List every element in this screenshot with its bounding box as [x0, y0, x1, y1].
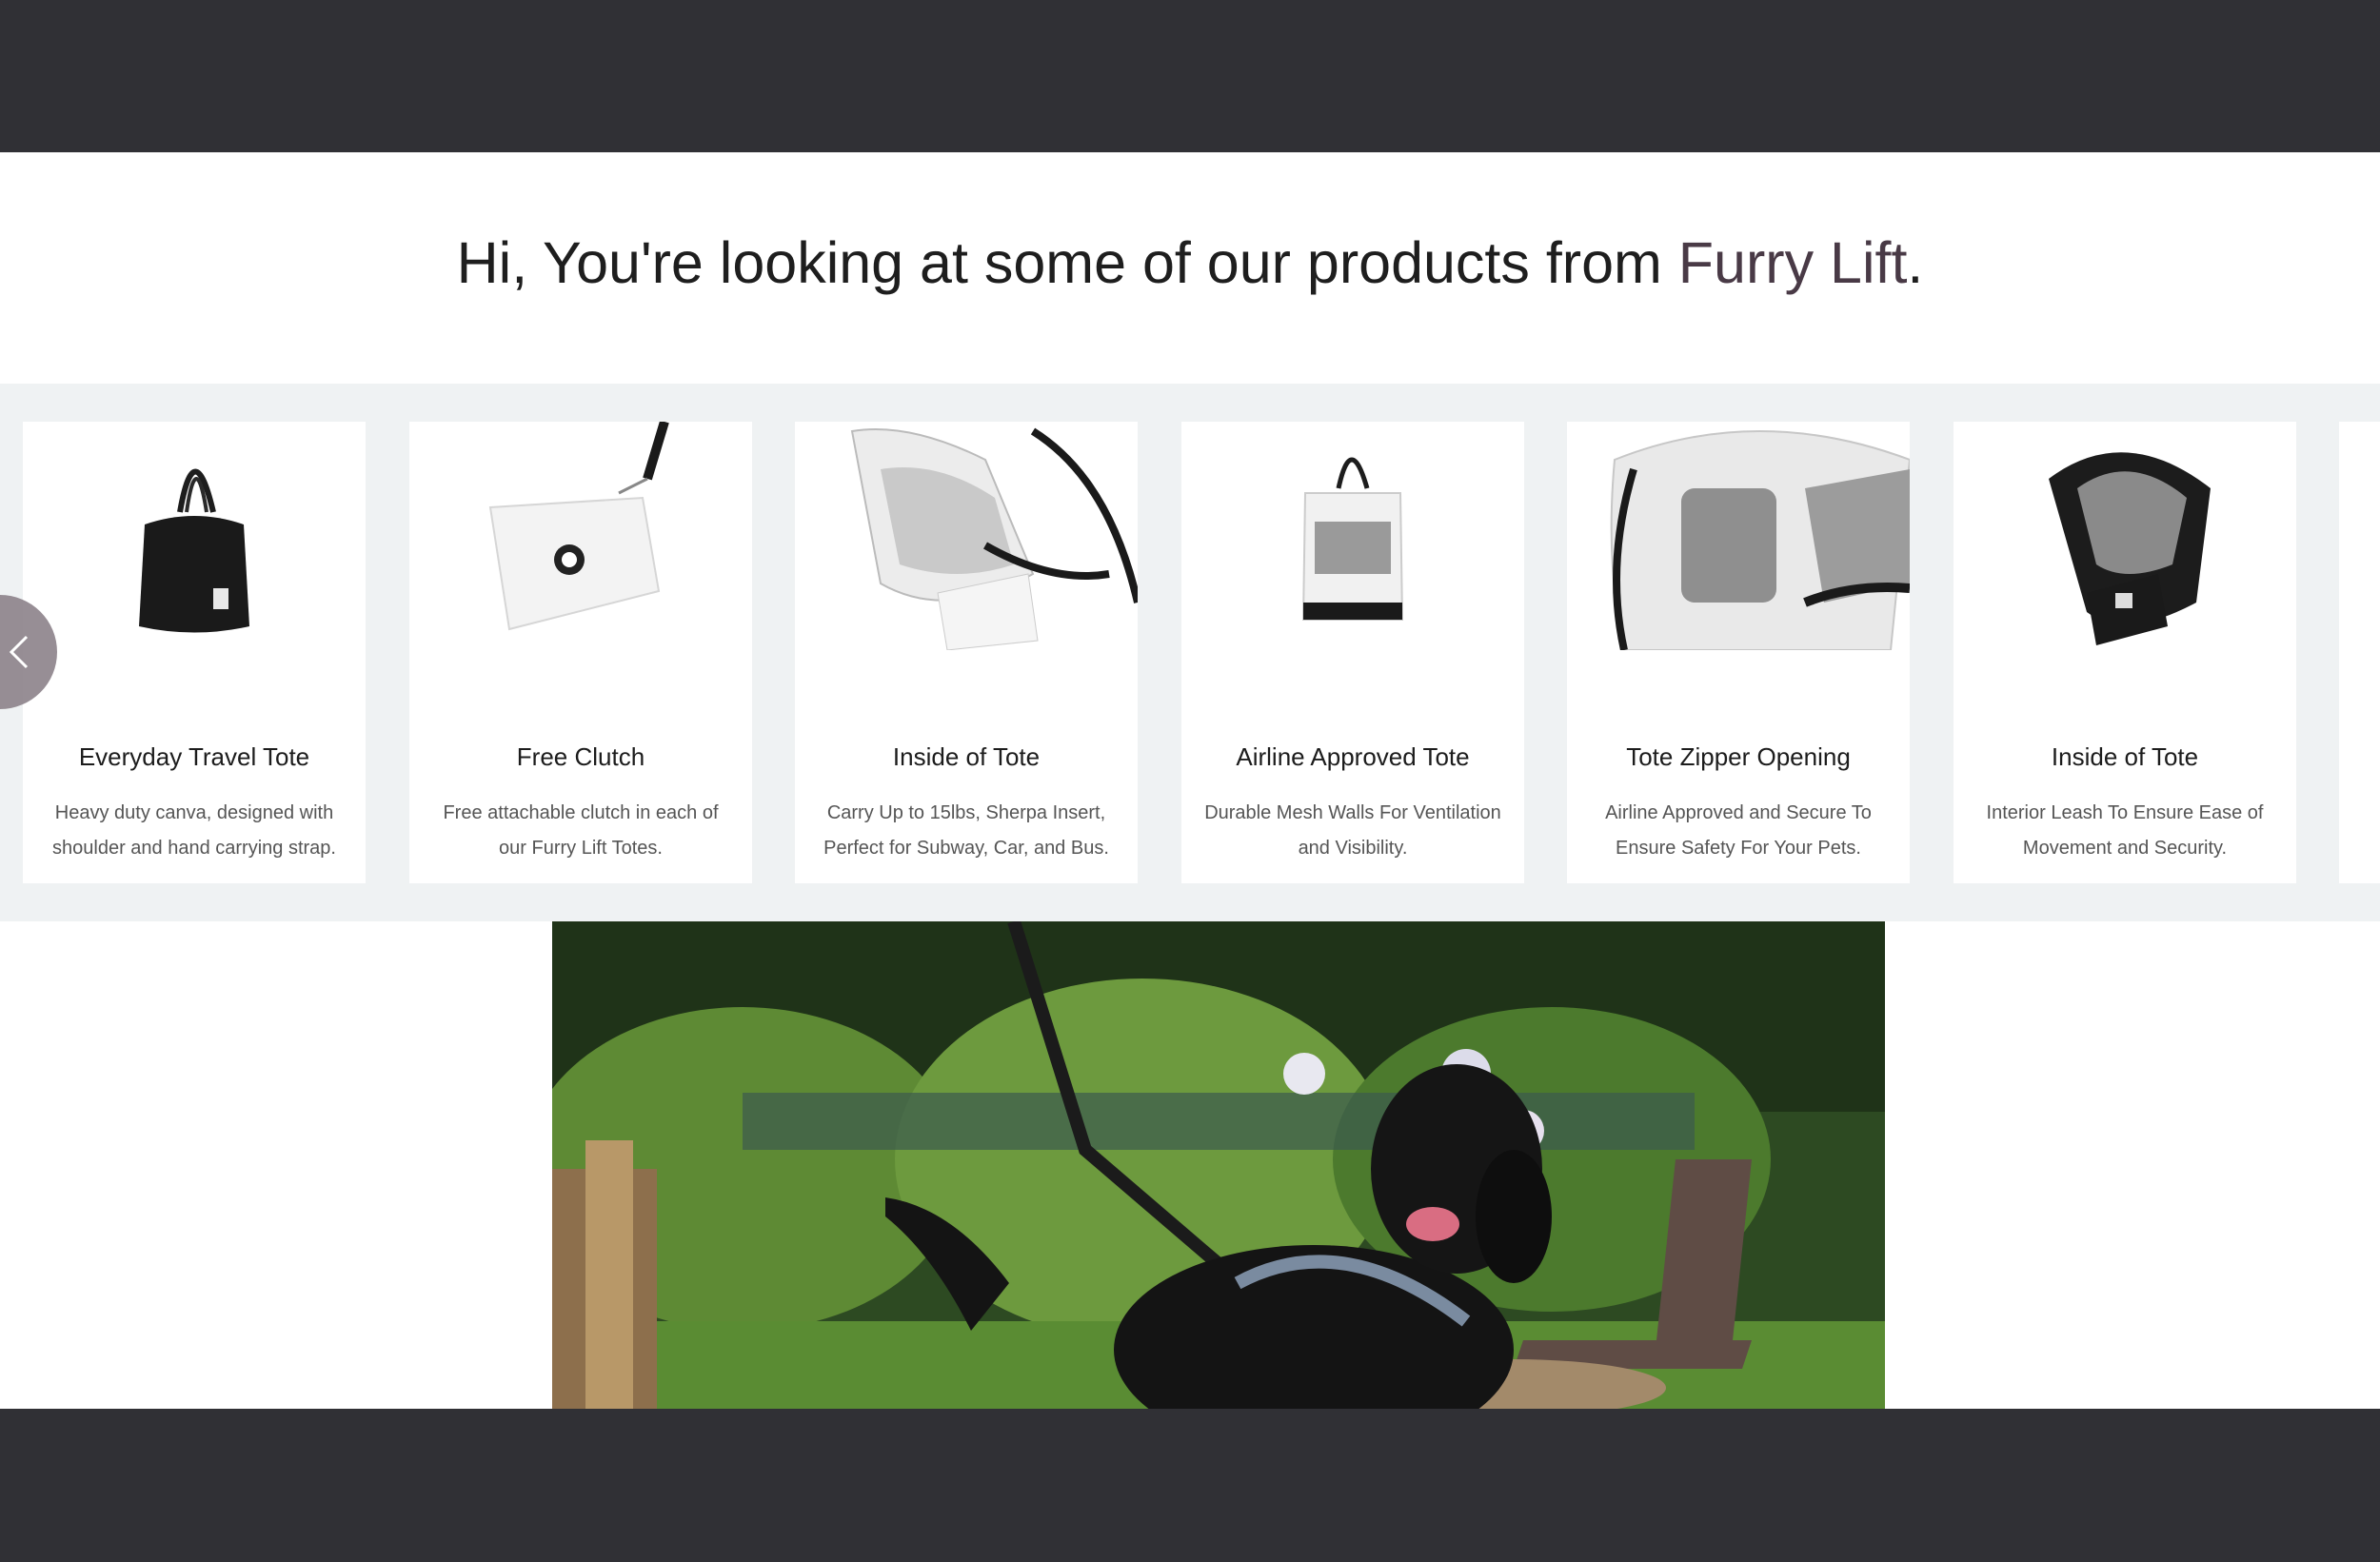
product-description: Airline Approved and Secure To Ensure Sa… — [1605, 802, 1872, 859]
black-tote-image — [23, 422, 366, 650]
product-title[interactable]: Everyday Travel Tote — [23, 741, 366, 772]
site-footer-bar — [0, 1409, 2380, 1562]
chevron-left-icon — [9, 635, 29, 669]
product-title[interactable]: Free Clutch — [409, 741, 752, 772]
zipper-tote-image — [1567, 422, 1910, 650]
brand-name[interactable]: Furry Lift — [1678, 230, 1908, 295]
headline-text: Hi, You're looking at some of our produc… — [456, 230, 1678, 295]
product-card[interactable]: Tote Zipper Opening Airline Approved and… — [1567, 422, 1910, 883]
headline-suffix: . — [1907, 230, 1924, 295]
black-open-tote-image — [1954, 422, 2296, 650]
open-white-tote-image — [795, 422, 1138, 650]
site-header-bar — [0, 0, 2380, 152]
product-card-partial[interactable] — [2339, 422, 2380, 883]
product-card[interactable]: Inside of Tote Carry Up to 15lbs, Sherpa… — [795, 422, 1138, 883]
product-title[interactable]: Tote Zipper Opening — [1567, 741, 1910, 772]
product-carousel: Everyday Travel Tote Heavy duty canva, d… — [0, 384, 2380, 921]
page-headline: Hi, You're looking at some of our produc… — [0, 225, 2380, 301]
product-description: Interior Leash To Ensure Ease of Movemen… — [1986, 802, 2264, 859]
mesh-tote-image — [1181, 422, 1524, 650]
product-description: Heavy duty canva, designed with shoulder… — [52, 802, 336, 859]
product-title[interactable]: Inside of Tote — [795, 741, 1138, 772]
product-card[interactable]: Airline Approved Tote Durable Mesh Walls… — [1181, 422, 1524, 883]
product-card[interactable]: Inside of Tote Interior Leash To Ensure … — [1954, 422, 2296, 883]
product-title[interactable]: Inside of Tote — [1954, 741, 2296, 772]
product-card[interactable]: Free Clutch Free attachable clutch in ea… — [409, 422, 752, 883]
hero-dog-photo — [552, 921, 1885, 1409]
product-title[interactable]: Airline Approved Tote — [1181, 741, 1524, 772]
product-description: Free attachable clutch in each of our Fu… — [443, 802, 719, 859]
product-description: Carry Up to 15lbs, Sherpa Insert, Perfec… — [823, 802, 1109, 859]
white-clutch-image — [409, 422, 752, 650]
product-card[interactable]: Everyday Travel Tote Heavy duty canva, d… — [23, 422, 366, 883]
product-description: Durable Mesh Walls For Ventilation and V… — [1204, 802, 1501, 859]
